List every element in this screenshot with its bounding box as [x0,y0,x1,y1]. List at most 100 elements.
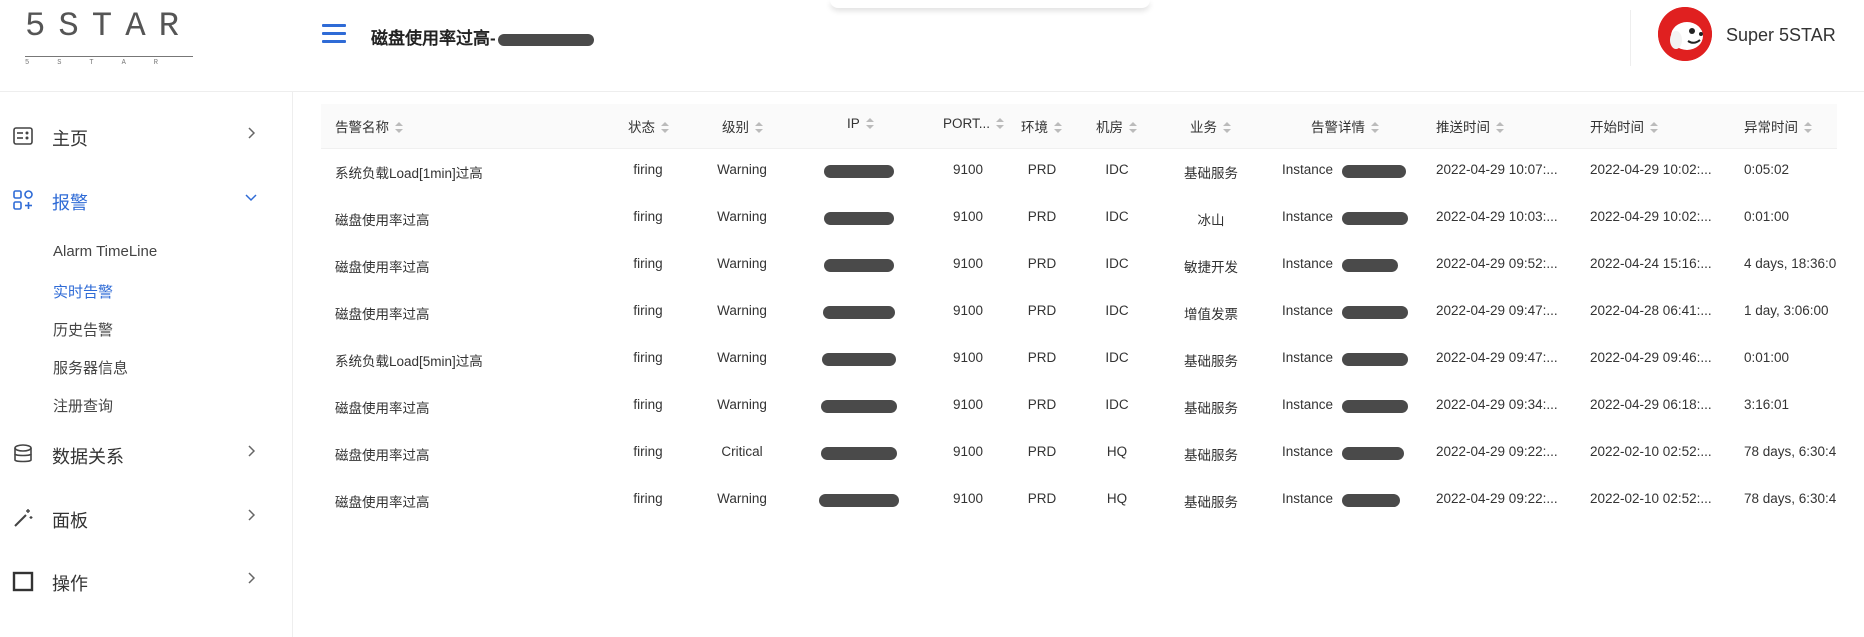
sort-icon [1804,122,1812,134]
table-row[interactable]: 磁盘使用率过高 firing Warning 9100 PRD IDC 基础服务 Instan… [321,383,1837,430]
cell-env: PRD [1027,350,1057,365]
table-row[interactable]: 系统负载Load[5min]过高 firing Warning 9100 PRD IDC 基… [321,336,1837,383]
sort-icon [395,122,403,134]
database-icon [14,444,32,463]
menu-toggle-icon[interactable] [322,24,346,46]
cell-alert-name: 磁盘使用率过高 [335,495,430,510]
table-row[interactable]: 磁盘使用率过高 firing Warning 9100 PRD HQ 基础服务 Instanc… [321,477,1837,524]
redacted-detail [1342,400,1408,413]
sort-icon [1496,122,1504,134]
sidebar-subitem-registry-query[interactable]: 注册查询 [53,395,113,416]
column-header-push-time[interactable]: 推送时间 [1436,116,1504,136]
cell-port: 9100 [952,209,984,224]
cell-business: 基础服务 [1184,495,1238,510]
cell-room: IDC [1105,162,1129,177]
cell-push-time: 2022-04-29 09:22:... [1436,491,1558,506]
column-header-port[interactable]: PORT... [943,116,1005,131]
cell-status: firing [633,350,663,365]
cell-status: firing [633,209,663,224]
sort-icon [755,122,763,134]
column-header-alert-name[interactable]: 告警名称 [335,116,403,136]
cell-abnormal-time: 1 day, 3:06:00 [1744,303,1829,318]
sidebar-subitem-realtime-alerts[interactable]: 实时告警 [53,281,113,302]
table-row[interactable]: 系统负载Load[1min]过高 firing Warning 9100 PRD IDC 基… [321,148,1837,195]
column-header-detail[interactable]: 告警详情 [1311,116,1379,136]
column-header-abnormal-time[interactable]: 异常时间 [1744,116,1812,136]
cell-status: firing [633,397,663,412]
column-header-level[interactable]: 级别 [722,116,763,136]
redacted-ip [824,165,894,178]
magic-wand-icon [14,509,33,527]
cell-env: PRD [1027,397,1057,412]
table-row[interactable]: 磁盘使用率过高 firing Warning 9100 PRD IDC 增值发票 Instan… [321,289,1837,336]
column-header-env[interactable]: 环境 [1021,116,1062,136]
cell-status: firing [633,256,663,271]
column-header-business[interactable]: 业务 [1190,116,1231,136]
cell-detail: Instance [1282,303,1334,318]
chevron-right-icon [248,445,256,457]
sort-icon [661,122,669,134]
cell-port: 9100 [952,491,984,506]
cell-abnormal-time: 3:16:01 [1744,397,1790,412]
sidebar-item-panels[interactable]: 面板 [0,498,292,538]
cell-start-time: 2022-04-29 06:18:... [1590,397,1712,412]
column-header-ip[interactable]: IP [847,116,874,131]
table-row[interactable]: 磁盘使用率过高 firing Warning 9100 PRD IDC 敏捷开发 Instan… [321,242,1837,289]
table-row[interactable]: 磁盘使用率过高 firing Critical 9100 PRD HQ 基础服务 Instan… [321,430,1837,477]
logo[interactable]: 5STAR 5STAR [25,8,195,67]
page-title-text: 磁盘使用率过高- [371,29,496,48]
user-name[interactable]: Super 5STAR [1726,25,1836,46]
sidebar-item-label: 面板 [52,511,88,531]
cell-start-time: 2022-04-28 06:41:... [1590,303,1712,318]
cell-alert-name: 系统负载Load[1min]过高 [335,166,483,181]
cell-business: 基础服务 [1184,448,1238,463]
cell-room: HQ [1106,444,1128,459]
table-row[interactable]: 磁盘使用率过高 firing Warning 9100 PRD IDC 冰山 Instance… [321,195,1837,242]
cell-push-time: 2022-04-29 10:07:... [1436,162,1558,177]
cell-abnormal-time: 4 days, 18:36:0 [1744,256,1837,271]
cell-status: firing [633,162,663,177]
cell-push-time: 2022-04-29 10:03:... [1436,209,1558,224]
cell-abnormal-time: 78 days, 6:30:4 [1744,491,1837,506]
chevron-right-icon [248,127,256,139]
column-header-room[interactable]: 机房 [1096,116,1137,136]
chevron-down-icon [245,194,257,202]
column-header-start-time[interactable]: 开始时间 [1590,116,1658,136]
redacted-ip [821,400,897,413]
sidebar-item-operations[interactable]: 操作 [0,561,292,601]
redacted-block [497,33,594,46]
cell-env: PRD [1027,303,1057,318]
sidebar-subitem-alarm-timeline[interactable]: Alarm TimeLine [53,243,157,260]
cell-level: Warning [717,491,767,506]
cell-alert-name: 磁盘使用率过高 [335,448,430,463]
sidebar-subitem-server-info[interactable]: 服务器信息 [53,357,128,378]
cell-start-time: 2022-02-10 02:52:... [1590,444,1712,459]
sidebar-item-home[interactable]: 主页 [0,116,292,156]
sort-icon [1129,122,1137,134]
avatar[interactable] [1658,7,1712,61]
sidebar-subitem-history-alerts[interactable]: 历史告警 [53,319,113,340]
cell-detail: Instance [1282,397,1334,412]
dashboard-icon [13,127,33,145]
cell-port: 9100 [952,162,984,177]
cell-room: IDC [1105,350,1129,365]
top-bar: 5STAR 5STAR 磁盘使用率过高- Super 5STAR [0,0,1864,92]
floating-panel-edge [830,0,1150,8]
column-header-status[interactable]: 状态 [628,116,669,136]
cell-detail: Instance [1282,444,1334,459]
redacted-ip [824,212,894,225]
cell-business: 冰山 [1197,213,1225,228]
chevron-right-icon [248,509,256,521]
cell-env: PRD [1027,162,1057,177]
cell-business: 基础服务 [1184,166,1238,181]
cell-business: 敏捷开发 [1184,260,1238,275]
sidebar-item-alerts[interactable]: 报警 [0,180,292,220]
cell-push-time: 2022-04-29 09:47:... [1436,350,1558,365]
sidebar-item-data-relations[interactable]: 数据关系 [0,434,292,474]
cell-env: PRD [1027,209,1057,224]
sort-icon [1223,122,1231,134]
cell-port: 9100 [952,397,984,412]
cell-room: HQ [1106,491,1128,506]
cell-abnormal-time: 0:01:00 [1744,209,1790,224]
cell-level: Warning [717,162,767,177]
